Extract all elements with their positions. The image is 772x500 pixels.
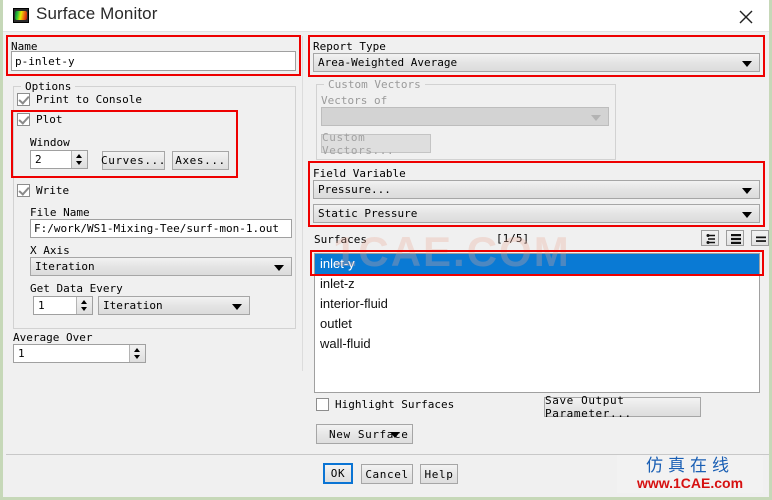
checkbox-box (17, 184, 30, 197)
list-icon[interactable] (726, 230, 744, 246)
custom-vectors-button: Custom Vectors... (321, 131, 431, 157)
checkbox-box (17, 113, 30, 126)
highlight-surfaces-checkbox[interactable]: Highlight Surfaces (316, 398, 454, 411)
chevron-down-icon (232, 303, 242, 310)
save-output-parameter-button[interactable]: Save Output Parameter... (544, 394, 701, 420)
chevron-down-icon (390, 432, 400, 438)
write-label: Write (36, 184, 70, 197)
checkbox-box (17, 93, 30, 106)
vectors-of-select (321, 107, 609, 126)
list-item[interactable]: outlet (315, 314, 759, 334)
axes-button[interactable]: Axes... (172, 151, 229, 170)
field-variable-value: Static Pressure (318, 207, 418, 220)
list-item[interactable]: interior-fluid (315, 294, 759, 314)
write-checkbox[interactable]: Write (17, 184, 69, 197)
spinner-arrows-icon[interactable] (129, 345, 145, 362)
fluent-app-icon (13, 8, 29, 23)
watermark-logo: 仿真在线 www.1CAE.com (617, 455, 763, 493)
surface-monitor-dialog: Surface Monitor 1CAE.COM Name p-inlet-y … (0, 0, 772, 500)
window-spinner[interactable]: 2 (30, 150, 88, 169)
surfaces-count: [1/5] (496, 232, 530, 245)
watermark-logo-cn: 仿真在线 (646, 456, 734, 475)
list-item[interactable]: inlet-y (315, 254, 759, 274)
report-type-select[interactable]: Area-Weighted Average (313, 53, 760, 72)
surfaces-listbox[interactable]: inlet-y inlet-z interior-fluid outlet wa… (314, 253, 760, 393)
title-bar: Surface Monitor (3, 0, 769, 32)
get-data-every-unit-select[interactable]: Iteration (98, 296, 250, 315)
window-title: Surface Monitor (36, 4, 158, 23)
options-group-label: Options (21, 80, 76, 93)
chevron-down-icon (274, 264, 284, 271)
chevron-down-icon (591, 114, 601, 121)
filter-icon[interactable] (701, 230, 719, 246)
custom-vectors-group-label: Custom Vectors (324, 78, 425, 91)
field-variable-category-value: Pressure... (318, 183, 391, 196)
highlight-surfaces-label: Highlight Surfaces (335, 398, 455, 411)
x-axis-select[interactable]: Iteration (30, 257, 292, 276)
surfaces-label: Surfaces (314, 233, 367, 246)
help-button[interactable]: Help (420, 464, 458, 484)
average-over-label: Average Over (13, 331, 93, 344)
field-variable-category-select[interactable]: Pressure... (313, 180, 760, 199)
get-data-every-unit-value: Iteration (103, 299, 163, 312)
spinner-arrows-icon[interactable] (71, 151, 87, 168)
column-divider (302, 36, 303, 371)
report-type-label: Report Type (313, 40, 386, 53)
file-name-label: File Name (30, 206, 90, 219)
ok-button[interactable]: OK (323, 463, 353, 484)
print-to-console-label: Print to Console (36, 93, 142, 106)
cancel-button[interactable]: Cancel (361, 464, 413, 484)
match-icon[interactable] (751, 230, 769, 246)
vectors-of-label: Vectors of (321, 94, 388, 107)
window-label: Window (30, 136, 70, 149)
average-over-spinner[interactable]: 1 (13, 344, 146, 363)
print-to-console-checkbox[interactable]: Print to Console (17, 93, 142, 106)
checkbox-box (316, 398, 329, 411)
close-icon[interactable] (723, 0, 769, 31)
chevron-down-icon (742, 211, 752, 218)
spinner-arrows-icon[interactable] (76, 297, 92, 314)
list-item[interactable]: inlet-z (315, 274, 759, 294)
plot-label: Plot (36, 113, 63, 126)
chevron-down-icon (742, 187, 752, 194)
x-axis-label: X Axis (30, 244, 70, 257)
x-axis-value: Iteration (35, 260, 95, 273)
report-type-value: Area-Weighted Average (318, 56, 458, 69)
new-surface-button[interactable]: New Surface (316, 424, 413, 444)
field-variable-label: Field Variable (313, 167, 406, 180)
get-data-every-value: 1 (38, 299, 45, 312)
plot-checkbox[interactable]: Plot (17, 113, 63, 126)
chevron-down-icon (742, 60, 752, 67)
watermark-logo-en: www.1CAE.com (636, 475, 744, 491)
curves-button[interactable]: Curves... (101, 151, 165, 170)
get-data-every-label: Get Data Every (30, 282, 123, 295)
window-value: 2 (35, 153, 42, 166)
field-variable-select[interactable]: Static Pressure (313, 204, 760, 223)
list-item[interactable]: wall-fluid (315, 334, 759, 354)
name-input[interactable]: p-inlet-y (11, 51, 296, 71)
file-name-input[interactable]: F:/work/WS1-Mixing-Tee/surf-mon-1.out (30, 219, 292, 238)
average-over-value: 1 (18, 347, 25, 360)
get-data-every-spinner[interactable]: 1 (33, 296, 93, 315)
